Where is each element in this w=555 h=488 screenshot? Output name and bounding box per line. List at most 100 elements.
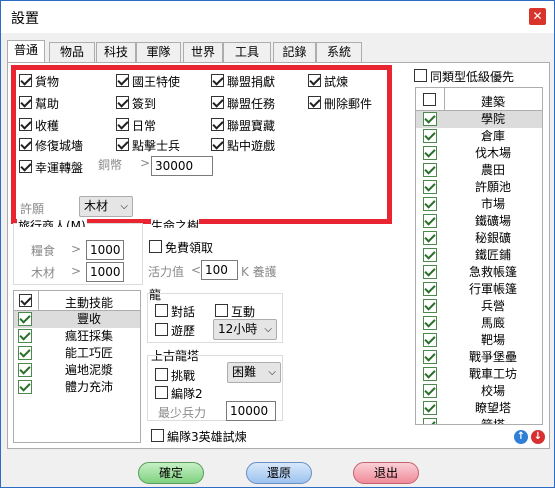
close-icon[interactable]: ✕ (529, 8, 546, 25)
travel-time-value: 12小時 (218, 322, 258, 336)
building-checkbox[interactable] (423, 163, 437, 177)
skills-select-all-checkbox[interactable] (19, 294, 32, 307)
skills-header-label: 主動技能 (64, 296, 113, 310)
free-claim-label: 免費領取 (165, 241, 214, 255)
skill-checkbox[interactable] (18, 380, 32, 394)
exit-button[interactable]: 退出 (353, 462, 419, 484)
list-item[interactable]: 鐵礦場 (416, 213, 542, 230)
tab-8[interactable]: 系統 (316, 42, 362, 62)
ok-button[interactable]: 確定 (138, 462, 204, 484)
skill-label: 瘋狂採集 (64, 329, 113, 343)
wood-label: 木材 (31, 266, 56, 280)
skill-checkbox[interactable] (18, 346, 32, 360)
building-checkbox[interactable] (423, 299, 437, 313)
list-item[interactable]: 許願池 (416, 179, 542, 196)
dragon-talk-checkbox[interactable] (155, 304, 168, 317)
list-item[interactable]: 體力充沛 (14, 379, 140, 396)
skills-header: 主動技能 (14, 291, 140, 311)
building-checkbox[interactable] (423, 197, 437, 211)
dragon-interact-label: 互動 (231, 305, 256, 319)
list-item[interactable]: 行軍帳篷 (416, 281, 542, 298)
building-checkbox[interactable] (423, 384, 437, 398)
dragon-travel-checkbox[interactable] (155, 323, 168, 336)
skill-checkbox[interactable] (18, 329, 32, 343)
list-item[interactable]: 秘銀礦 (416, 230, 542, 247)
free-claim-checkbox[interactable] (149, 240, 162, 253)
list-item[interactable]: 瘋狂採集 (14, 328, 140, 345)
formation3-trial-checkbox[interactable] (151, 429, 164, 442)
building-checkbox[interactable] (423, 248, 437, 262)
building-checkbox[interactable] (423, 112, 437, 126)
building-checkbox[interactable] (423, 129, 437, 143)
list-item[interactable]: 學院 (416, 111, 542, 128)
buildings-header-label: 建築 (480, 95, 505, 109)
reset-button[interactable]: 還原 (246, 462, 312, 484)
building-checkbox[interactable] (423, 265, 437, 279)
building-checkbox[interactable] (423, 231, 437, 245)
skill-checkbox[interactable] (18, 312, 32, 326)
formation2-checkbox[interactable] (155, 386, 168, 399)
building-checkbox[interactable] (423, 333, 437, 347)
low-level-priority-checkbox[interactable] (414, 69, 427, 82)
buildings-select-all-checkbox[interactable] (423, 93, 436, 106)
dragon-interact-checkbox[interactable] (215, 304, 228, 317)
list-item[interactable]: 急救帳篷 (416, 264, 542, 281)
list-item[interactable]: 倉庫 (416, 128, 542, 145)
building-checkbox[interactable] (423, 316, 437, 330)
min-troops-label: 最少兵力 (158, 406, 207, 420)
building-label: 鐵匠鋪 (474, 248, 511, 262)
list-item[interactable]: 校場 (416, 383, 542, 400)
list-item[interactable]: 馬廄 (416, 315, 542, 332)
building-checkbox[interactable] (423, 418, 437, 424)
building-label: 戰爭堡壘 (468, 350, 517, 364)
list-item[interactable]: 市場 (416, 196, 542, 213)
list-item[interactable]: 瞭望塔 (416, 400, 542, 417)
list-item[interactable]: 箭塔 (416, 417, 542, 424)
list-item[interactable]: 兵營 (416, 298, 542, 315)
tab-3[interactable]: 科技 (96, 42, 136, 62)
vitality-threshold-input[interactable]: 100 (201, 260, 238, 280)
list-item[interactable]: 能工巧匠 (14, 345, 140, 362)
tab-7[interactable]: 記錄 (273, 42, 316, 62)
building-checkbox[interactable] (423, 350, 437, 364)
skill-checkbox[interactable] (18, 363, 32, 377)
formation2-label: 編隊2 (171, 387, 203, 401)
travel-time-select[interactable]: 12小時 ⌵ (213, 319, 277, 340)
building-checkbox[interactable] (423, 146, 437, 160)
wood-threshold-input[interactable]: 1000 (86, 262, 124, 282)
list-item[interactable]: 鐵匠鋪 (416, 247, 542, 264)
list-item[interactable]: 農田 (416, 162, 542, 179)
building-checkbox[interactable] (423, 282, 437, 296)
tab-2[interactable]: 物品 (49, 42, 95, 62)
food-threshold-input[interactable]: 1000 (86, 240, 124, 260)
list-item[interactable]: 戰爭堡壘 (416, 349, 542, 366)
list-item[interactable]: 戰車工坊 (416, 366, 542, 383)
tab-1[interactable]: 普通 (7, 40, 45, 63)
building-label: 鐵礦場 (474, 214, 511, 228)
building-checkbox[interactable] (423, 401, 437, 415)
building-checkbox[interactable] (423, 180, 437, 194)
window-title: 設置 (11, 11, 39, 27)
tab-5[interactable]: 世界 (183, 42, 223, 62)
vitality-operator: < (191, 263, 202, 277)
skill-label: 遍地泥漿 (64, 363, 113, 377)
list-item[interactable]: 靶場 (416, 332, 542, 349)
food-operator: > (71, 242, 82, 256)
tab-4[interactable]: 軍隊 (136, 42, 181, 62)
list-item[interactable]: 遍地泥漿 (14, 362, 140, 379)
building-checkbox[interactable] (423, 367, 437, 381)
formation3-trial-label: 編隊3英雄試煉 (167, 430, 247, 444)
list-item[interactable]: 豐收 (14, 311, 140, 328)
scroll-up-icon[interactable]: ↑ (514, 430, 528, 444)
chevron-down-icon: ⌵ (268, 367, 276, 378)
building-checkbox[interactable] (423, 214, 437, 228)
tab-6[interactable]: 工具 (223, 42, 271, 62)
difficulty-select[interactable]: 困難 ⌵ (227, 362, 281, 383)
list-item[interactable]: 伐木場 (416, 145, 542, 162)
building-label: 馬廄 (480, 316, 505, 330)
min-troops-input[interactable]: 10000 (226, 401, 276, 421)
challenge-checkbox[interactable] (155, 368, 168, 381)
building-label: 兵營 (480, 299, 505, 313)
scroll-down-icon[interactable]: ↓ (531, 430, 545, 444)
building-label: 急救帳篷 (468, 265, 517, 279)
